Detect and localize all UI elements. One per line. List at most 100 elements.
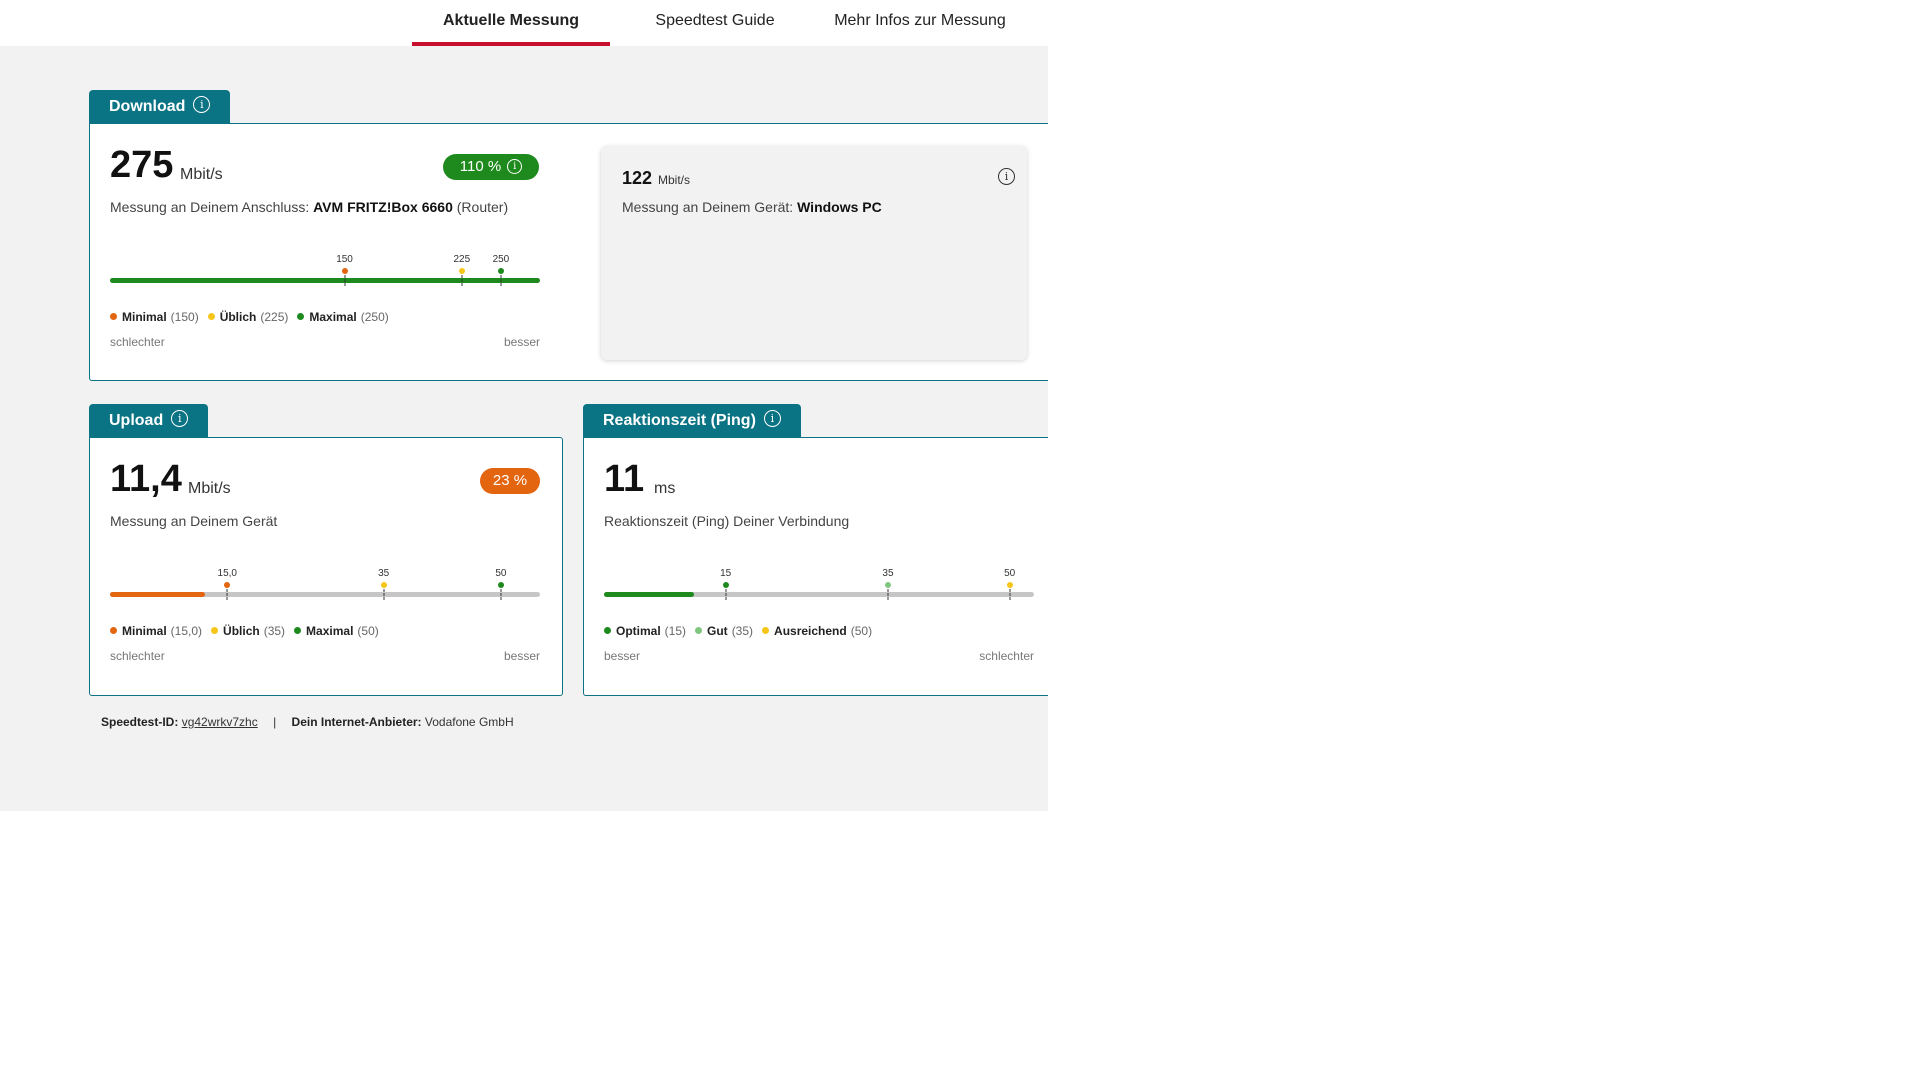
legend-item: Üblich (225) (207, 310, 288, 324)
legend-item: Maximal (50) (294, 624, 379, 638)
device-description: Messung an Deinem Gerät: Windows PC (622, 199, 882, 215)
legend-value: (15,0) (170, 624, 203, 638)
download-desc-prefix: Messung an Deinem Anschluss: (110, 199, 314, 215)
upload-percent: 23 % (492, 472, 528, 489)
legend-dot (110, 313, 117, 320)
legend-dot (211, 627, 219, 634)
marker-tick (887, 589, 889, 600)
ping-card-tab: Reaktionszeit (Ping) i (583, 404, 801, 438)
upload-percent-badge: 23 % (480, 468, 540, 494)
marker-tick (500, 275, 502, 286)
upload-unit: Mbit/s (188, 480, 231, 497)
upload-card-tab: Upload i (89, 404, 209, 438)
legend-value: (150) (170, 310, 199, 324)
info-icon[interactable]: i (507, 158, 523, 174)
legend-name: Maximal (306, 624, 354, 638)
marker-dot (380, 582, 387, 588)
provider-value: Vodafone GmbH (424, 715, 514, 729)
legend-item: Ausreichend (50) (762, 624, 872, 638)
legend-dot (294, 627, 302, 634)
upload-title: Upload (109, 412, 164, 429)
device-desc-device: Windows PC (797, 199, 882, 215)
tab-mehr-infos[interactable]: Mehr Infos zur Messung (820, 0, 1020, 46)
marker-dot (224, 582, 231, 588)
upload-scale-right: besser (503, 649, 540, 663)
tab-aktuelle-messung[interactable]: Aktuelle Messung (412, 0, 610, 46)
marker-tick (344, 275, 346, 286)
marker-label: 250 (492, 254, 510, 265)
download-title: Download (109, 98, 186, 115)
marker-tick (461, 275, 463, 286)
provider-label: Dein Internet-Anbieter: (291, 715, 422, 729)
legend-value: (250) (360, 310, 389, 324)
upload-card: 11,4 Mbit/s 23 % Messung an Deinem Gerät… (89, 437, 563, 696)
legend-name: Üblich (219, 310, 257, 324)
marker-dot (884, 582, 891, 588)
ping-title: Reaktionszeit (Ping) (603, 412, 756, 429)
legend-item: Gut (35) (695, 624, 753, 638)
footer-separator: | (273, 715, 277, 729)
legend-name: Maximal (309, 310, 357, 324)
legend-name: Üblich (223, 624, 260, 638)
legend-name: Gut (707, 624, 728, 638)
legend-name: Optimal (616, 624, 661, 638)
marker-dot (1006, 582, 1013, 588)
tab-speedtest-guide[interactable]: Speedtest Guide (640, 0, 790, 46)
download-legend: Minimal (150) Üblich (225) Maximal (250) (110, 310, 398, 324)
meter-fill (604, 592, 695, 597)
info-icon[interactable]: i (763, 410, 781, 428)
legend-item: Üblich (35) (211, 624, 285, 638)
legend-item: Optimal (15) (604, 624, 686, 638)
legend-item: Maximal (250) (297, 310, 389, 324)
download-description: Messung an Deinem Anschluss: AVM FRITZ!B… (110, 199, 508, 215)
legend-dot (695, 627, 703, 634)
marker-tick (1009, 589, 1011, 600)
meter-track (110, 278, 540, 283)
marker-tick (725, 589, 727, 600)
legend-dot (297, 313, 305, 320)
upload-value: 11,4 (110, 458, 182, 500)
legend-dot (762, 627, 770, 634)
marker-label: 15 (720, 568, 732, 579)
marker-dot (497, 268, 504, 274)
ping-unit: ms (654, 480, 676, 497)
download-value: 275 (110, 144, 174, 186)
ping-scale-left: besser (604, 649, 641, 663)
device-measurement-card: 122 Mbit/s i Messung an Deinem Gerät: Wi… (601, 146, 1027, 360)
download-unit: Mbit/s (180, 166, 223, 183)
marker-dot (497, 582, 504, 588)
legend-dot (110, 627, 117, 634)
marker-label: 150 (336, 254, 353, 265)
info-icon[interactable]: i (193, 96, 211, 114)
download-percent: 110 % (459, 158, 502, 175)
legend-item: Minimal (150) (110, 310, 199, 324)
device-value: 122 (622, 168, 653, 188)
marker-dot (341, 268, 348, 274)
meter-fill (110, 278, 540, 283)
marker-dot (722, 582, 729, 588)
download-scale-left: schlechter (110, 335, 165, 349)
marker-label: 50 (495, 568, 507, 579)
legend-name: Ausreichend (774, 624, 847, 638)
legend-dot (604, 627, 611, 634)
marker-label: 35 (378, 568, 390, 579)
speedtest-id-label: Speedtest-ID: (101, 715, 179, 729)
upload-legend: Minimal (15,0) Üblich (35) Maximal (50) (110, 624, 388, 638)
download-card: 275 Mbit/s 110 % i Messung an Deinem Ansc… (89, 123, 1048, 381)
speedtest-id-link[interactable]: vg42wrkv7zhc (182, 715, 258, 729)
legend-value: (50) (850, 624, 873, 638)
download-meter: 150 225 250 (110, 254, 540, 290)
info-icon[interactable]: i (998, 168, 1015, 185)
upload-scale-left: schlechter (110, 649, 165, 663)
legend-value: (35) (263, 624, 286, 638)
download-card-tab: Download i (89, 90, 231, 124)
ping-description: Reaktionszeit (Ping) Deiner Verbindung (604, 513, 850, 529)
marker-tick (226, 589, 228, 600)
legend-name: Minimal (122, 310, 167, 324)
device-unit: Mbit/s (658, 173, 691, 187)
ping-value: 11 (604, 458, 645, 500)
legend-item: Minimal (15,0) (110, 624, 202, 638)
info-icon[interactable]: i (171, 410, 189, 428)
marker-label: 50 (1004, 568, 1016, 579)
upload-description: Messung an Deinem Gerät (110, 513, 278, 529)
